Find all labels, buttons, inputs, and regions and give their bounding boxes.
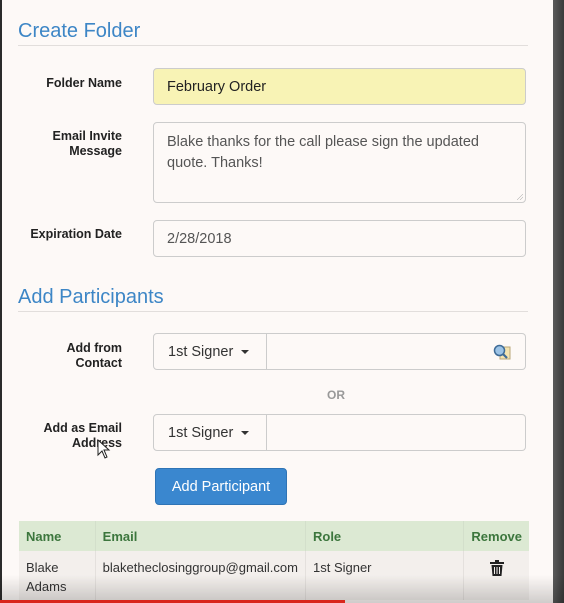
participant-last-name: Adams (26, 579, 67, 594)
participant-first-name: Blake (26, 560, 59, 575)
participant-email: blaketheclosinggroup@gmail.com (95, 551, 306, 600)
column-header-email: Email (95, 521, 306, 551)
email-invite-text-line2: quote. Thanks! (167, 155, 263, 171)
participant-name: Blake Adams (19, 551, 96, 600)
trash-icon[interactable] (489, 560, 504, 576)
section-divider (18, 45, 528, 46)
table-row: Blake Adams blaketheclosinggroup@gmail.c… (19, 551, 529, 600)
or-separator: OR (327, 388, 345, 402)
add-from-contact-label-line2: Contact (75, 356, 122, 370)
participants-table: Name Email Role Remove Blake Adams blake… (19, 521, 529, 600)
create-folder-heading: Create Folder (18, 20, 141, 42)
email-input-group: 1st Signer (153, 414, 526, 451)
add-from-contact-label-line1: Add from (66, 341, 122, 355)
add-as-email-label-line1: Add as Email (43, 421, 123, 435)
expiration-date-input[interactable]: 2/28/2018 (153, 220, 526, 257)
window-edge (553, 0, 564, 603)
contact-search-icon[interactable] (492, 343, 512, 361)
folder-name-label: Folder Name (46, 76, 122, 90)
email-role-value: 1st Signer (168, 424, 234, 441)
expiration-date-value: 2/28/2018 (167, 230, 232, 247)
folder-name-value: February Order (167, 78, 267, 95)
column-header-name: Name (19, 521, 96, 551)
resize-handle[interactable] (517, 194, 523, 200)
email-invite-label: Email Invite Message (2, 129, 122, 159)
email-invite-text-line1: Blake thanks for the call please sign th… (167, 134, 479, 150)
email-role-dropdown[interactable]: 1st Signer (153, 414, 267, 451)
column-header-role: Role (305, 521, 465, 551)
add-participants-heading: Add Participants (18, 286, 164, 308)
section-divider (18, 311, 528, 312)
add-from-contact-label: Add from Contact (2, 341, 122, 371)
caret-down-icon (241, 430, 250, 435)
add-participant-button[interactable]: Add Participant (155, 468, 287, 505)
contact-role-dropdown[interactable]: 1st Signer (153, 333, 267, 370)
create-folder-panel: Create Folder Folder Name February Order… (2, 0, 553, 603)
folder-name-input[interactable]: February Order (153, 68, 526, 105)
contact-search-input[interactable] (267, 333, 526, 370)
contact-input-group: 1st Signer (153, 333, 526, 370)
email-invite-label-line1: Email Invite (52, 129, 122, 143)
email-invite-label-line2: Message (69, 144, 122, 158)
participant-role: 1st Signer (305, 551, 465, 600)
participant-remove-cell (463, 551, 529, 600)
column-header-remove: Remove (463, 521, 529, 551)
table-header-row: Name Email Role Remove (19, 521, 529, 551)
email-address-input[interactable] (267, 414, 526, 451)
expiration-date-label: Expiration Date (30, 227, 122, 241)
contact-role-value: 1st Signer (168, 343, 234, 360)
mouse-pointer-icon (97, 439, 111, 459)
email-invite-textarea[interactable]: Blake thanks for the call please sign th… (153, 122, 526, 203)
caret-down-icon (241, 349, 250, 354)
